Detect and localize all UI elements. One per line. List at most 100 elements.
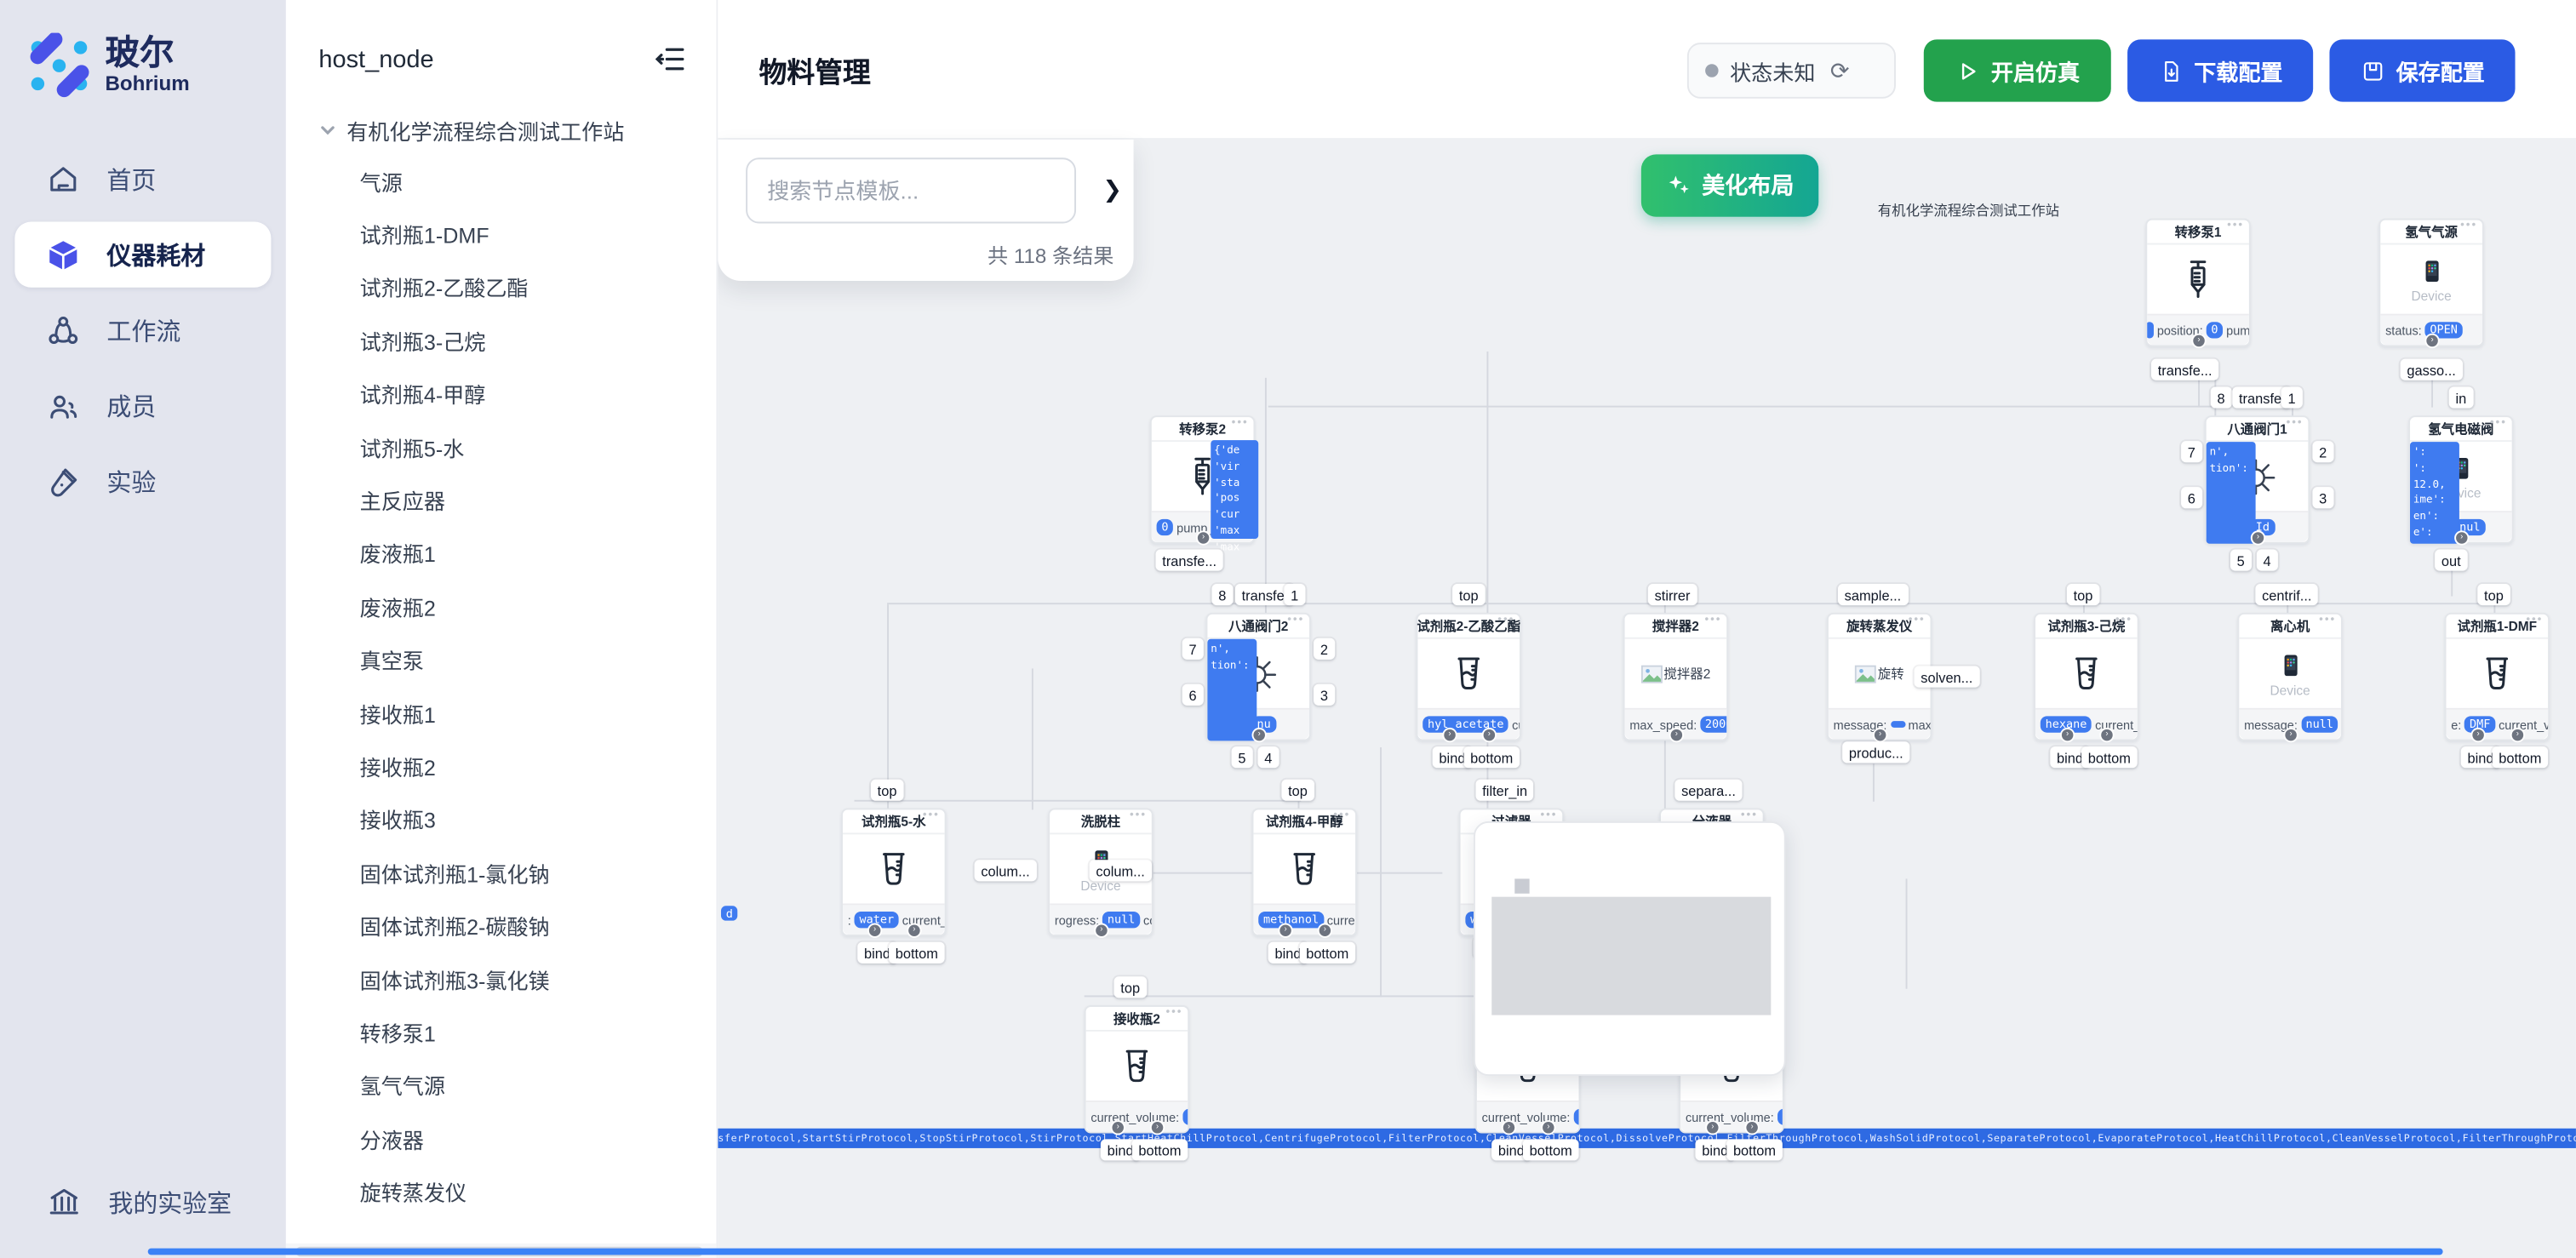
save-config-button[interactable]: 保存配置	[2329, 39, 2515, 101]
port-connector-icon[interactable]: ›	[1707, 1122, 1719, 1134]
tree-item-9[interactable]: 真空泵	[286, 633, 717, 687]
tree-item-17[interactable]: 氢气气源	[286, 1059, 717, 1112]
port-connector-icon[interactable]: ›	[1875, 729, 1886, 741]
node-搅拌器2[interactable]: 搅拌器2•••搅拌器2max_speed:2000›	[1623, 613, 1729, 741]
tree-item-13[interactable]: 固体试剂瓶1-氯化钠	[286, 846, 717, 900]
canvas-hscrollbar[interactable]	[148, 1249, 2443, 1255]
port-connector-icon[interactable]: ›	[1746, 1122, 1758, 1134]
tree-item-7[interactable]: 废液瓶1	[286, 527, 717, 580]
search-next-icon[interactable]: ❯	[1102, 175, 1122, 203]
sidebar-item-1[interactable]: 仪器耗材	[14, 222, 271, 288]
download-config-button[interactable]: 下载配置	[2127, 39, 2313, 101]
port-connector-icon[interactable]: ›	[908, 924, 920, 936]
node-试剂瓶2-乙酸乙酯[interactable]: 试剂瓶2-乙酸乙酯•••hyl_acetatecurre››	[1416, 613, 1521, 741]
tree-item-15[interactable]: 固体试剂瓶3-氯化镁	[286, 952, 717, 1006]
node-menu-icon[interactable]: •••	[1909, 615, 1926, 626]
minimap[interactable]	[1474, 821, 1786, 1076]
port-connector-icon[interactable]: ›	[2062, 729, 2074, 741]
node-menu-icon[interactable]: •••	[923, 809, 940, 821]
node-body	[1253, 834, 1355, 903]
port-connector-icon[interactable]: ›	[2512, 729, 2524, 741]
port-connector-icon[interactable]: ›	[2101, 729, 2113, 741]
port-connector-icon[interactable]: ›	[869, 924, 881, 936]
node-试剂瓶1-DMF[interactable]: 试剂瓶1-DMF•••e:DMFcurrent_vol››	[2445, 613, 2550, 741]
node-试剂瓶3-己烷[interactable]: 试剂瓶3-己烷•••hexanecurrent_v››	[2034, 613, 2139, 741]
node-menu-icon[interactable]: •••	[2115, 615, 2132, 626]
node-menu-icon[interactable]: •••	[1741, 809, 1758, 821]
tree-root-workstation[interactable]: 有机化学流程综合测试工作站	[286, 106, 717, 155]
minimap-viewport[interactable]	[1491, 897, 1771, 1015]
tree-item-16[interactable]: 转移泵1	[286, 1006, 717, 1060]
node-转移泵1[interactable]: 转移泵1•••position:0pump›	[2145, 219, 2251, 347]
clipped-param-badge: d	[721, 906, 738, 920]
sidebar-item-my-lab[interactable]: 我的实验室	[0, 1169, 286, 1235]
refresh-icon[interactable]: ⟳	[1830, 57, 1850, 85]
port-connector-icon[interactable]: ›	[2456, 532, 2468, 544]
node-试剂瓶4-甲醇[interactable]: 试剂瓶4-甲醇•••methanolcurrent_››	[1252, 808, 1358, 936]
port-connector-icon[interactable]: ›	[1484, 729, 1496, 741]
node-menu-icon[interactable]: •••	[1333, 809, 1350, 821]
port-connector-icon[interactable]: ›	[1319, 924, 1331, 936]
tree-item-18[interactable]: 分液器	[286, 1112, 717, 1166]
port-connector-icon[interactable]: ›	[1543, 1122, 1554, 1134]
tree-item-6[interactable]: 主反应器	[286, 473, 717, 527]
tree-item-2[interactable]: 试剂瓶2-乙酸乙酯	[286, 260, 717, 314]
node-menu-icon[interactable]: •••	[2460, 220, 2477, 232]
collapse-panel-icon[interactable]	[654, 43, 687, 76]
node-menu-icon[interactable]: •••	[1540, 809, 1557, 821]
beautify-layout-button[interactable]: 美化布局	[1641, 154, 1818, 216]
port-connector-icon[interactable]: ›	[2285, 729, 2297, 741]
node-氢气电磁阀[interactable]: 氢气电磁阀•••Devicestatus:nul›':':12.0,ime':e…	[2408, 415, 2514, 544]
tree-item-12[interactable]: 接收瓶3	[286, 792, 717, 846]
start-simulation-button[interactable]: 开启仿真	[1924, 39, 2111, 101]
tree-item-10[interactable]: 接收瓶1	[286, 686, 717, 740]
status-pill[interactable]: 状态未知 ⟳	[1687, 43, 1896, 99]
sidebar-item-4[interactable]: 实验	[0, 443, 286, 519]
port-connector-icon[interactable]: ›	[1279, 924, 1291, 936]
node-试剂瓶5-水[interactable]: 试剂瓶5-水•••:watercurrent_v››	[841, 808, 947, 936]
tree-item-1[interactable]: 试剂瓶1-DMF	[286, 208, 717, 261]
node-八通阀门1[interactable]: 八通阀门1•••status:Id›n',tion':	[2205, 415, 2310, 544]
node-menu-icon[interactable]: •••	[2287, 417, 2304, 429]
port-connector-icon[interactable]: ›	[2472, 729, 2484, 741]
node-接收瓶2[interactable]: 接收瓶2•••current_volume:0››	[1085, 1005, 1190, 1134]
port-connector-icon[interactable]: ›	[1503, 1122, 1515, 1134]
tree-item-11[interactable]: 接收瓶2	[286, 740, 717, 793]
node-menu-icon[interactable]: •••	[1232, 417, 1249, 429]
node-氢气气源[interactable]: 氢气气源•••Devicestatus:OPEN›	[2379, 219, 2484, 347]
sidebar-item-2[interactable]: 工作流	[0, 293, 286, 369]
node-离心机[interactable]: 离心机•••Devicemessage:nullma›	[2237, 613, 2343, 741]
tree-item-5[interactable]: 试剂瓶5-水	[286, 420, 717, 474]
node-menu-icon[interactable]: •••	[1165, 1007, 1182, 1019]
tree-item-4[interactable]: 试剂瓶4-甲醇	[286, 367, 717, 420]
node-menu-icon[interactable]: •••	[2227, 220, 2244, 232]
node-menu-icon[interactable]: •••	[2319, 615, 2336, 626]
node-menu-icon[interactable]: •••	[1704, 615, 1721, 626]
node-menu-icon[interactable]: •••	[1287, 615, 1304, 626]
port-connector-icon[interactable]: ›	[1253, 729, 1265, 741]
tree-item-19[interactable]: 旋转蒸发仪	[286, 1165, 717, 1219]
node-menu-icon[interactable]: •••	[1497, 615, 1514, 626]
tree-item-0[interactable]: 气源	[286, 154, 717, 208]
search-input[interactable]	[746, 157, 1076, 223]
port-connector-icon[interactable]: ›	[1096, 924, 1108, 936]
node-menu-icon[interactable]: •••	[2526, 615, 2543, 626]
node-menu-icon[interactable]: •••	[1130, 809, 1147, 821]
port-connector-icon[interactable]: ›	[2253, 532, 2264, 544]
tree-item-3[interactable]: 试剂瓶3-己烷	[286, 314, 717, 368]
edge	[1265, 378, 1267, 616]
port-connector-icon[interactable]: ›	[1112, 1122, 1124, 1134]
node-八通阀门2[interactable]: 八通阀门2•••status:nu›n',tion':	[1205, 613, 1311, 741]
port-connector-icon[interactable]: ›	[1444, 729, 1456, 741]
port-connector-icon[interactable]: ›	[1671, 729, 1683, 741]
tree-item-8[interactable]: 废液瓶2	[286, 580, 717, 633]
port-connector-icon[interactable]: ›	[2426, 335, 2438, 347]
port-connector-icon[interactable]: ›	[1152, 1122, 1164, 1134]
port-connector-icon[interactable]: ›	[2193, 335, 2205, 347]
tree-item-14[interactable]: 固体试剂瓶2-碳酸钠	[286, 900, 717, 953]
port-connector-icon[interactable]: ›	[1198, 532, 1210, 544]
node-转移泵2[interactable]: 转移泵2•••0pump_info:›{'de'vir'sta'pos'cur'…	[1150, 415, 1256, 544]
sidebar-item-0[interactable]: 首页	[0, 141, 286, 217]
node-menu-icon[interactable]: •••	[2490, 417, 2507, 429]
sidebar-item-3[interactable]: 成员	[0, 368, 286, 443]
